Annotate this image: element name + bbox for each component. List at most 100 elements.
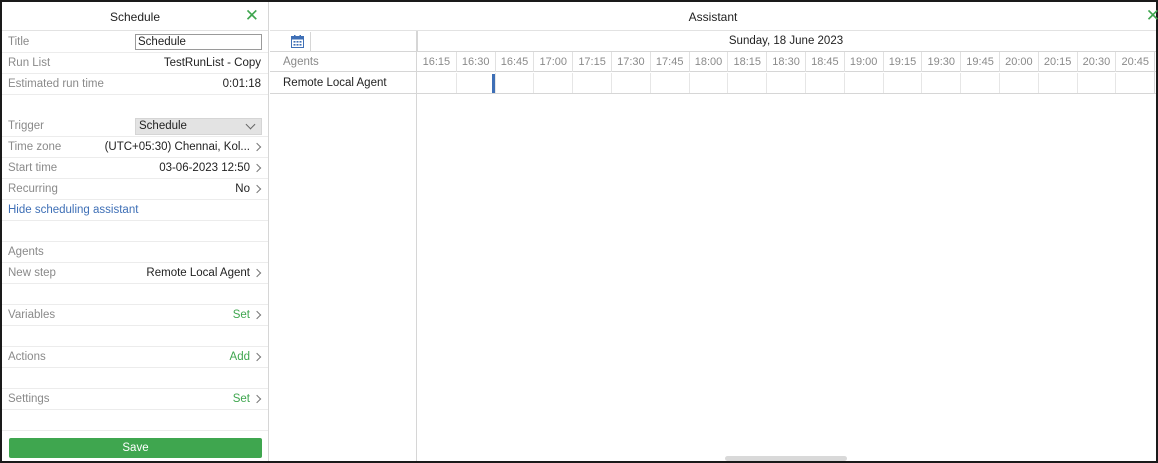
chevron-right-icon <box>254 266 262 280</box>
agents-row: Agents <box>2 242 268 263</box>
calendar-button[interactable] <box>284 32 311 51</box>
app-window: Schedule ✕ Title Run List TestRunList - … <box>0 0 1158 463</box>
time-zone-row[interactable]: Time zone (UTC+05:30) Chennai, Kol... <box>2 137 268 158</box>
time-slot-header: 19:30 <box>921 52 960 72</box>
time-label: 18:00 <box>694 56 723 68</box>
time-slot-header: 16:30 <box>455 52 495 72</box>
time-slot-header: 16:45 <box>494 52 534 72</box>
time-slot[interactable] <box>610 73 650 93</box>
time-slot[interactable] <box>649 73 689 93</box>
agent-time-slots <box>417 73 1154 93</box>
variables-row[interactable]: Variables Set <box>2 305 268 326</box>
time-slot[interactable] <box>766 73 805 93</box>
actions-row[interactable]: Actions Add <box>2 347 268 368</box>
grid-right-border <box>1154 52 1155 94</box>
time-slot[interactable] <box>960 73 999 93</box>
assistant-panel: Assistant ✕ Sunday, 18 June 2023 Agents … <box>270 2 1158 461</box>
assistant-toolbar: Sunday, 18 June 2023 <box>270 31 1156 52</box>
time-label: 17:45 <box>655 56 684 68</box>
time-slot-header: 17:15 <box>572 52 611 72</box>
time-label: 17:15 <box>578 56 606 68</box>
time-slot-header: 17:00 <box>533 52 572 72</box>
time-label: 20:30 <box>1082 56 1111 68</box>
time-slot-header: 17:30 <box>610 52 650 72</box>
hide-assistant-row: Hide scheduling assistant <box>2 200 268 221</box>
time-slot-header: 18:00 <box>688 52 728 72</box>
time-label: 18:15 <box>733 56 762 68</box>
time-slot[interactable] <box>572 73 611 93</box>
recurring-row[interactable]: Recurring No <box>2 179 268 200</box>
hide-scheduling-assistant-link[interactable]: Hide scheduling assistant <box>8 204 138 216</box>
settings-set-link[interactable]: Set <box>233 393 250 405</box>
time-slot[interactable] <box>1115 73 1154 93</box>
time-slot-header: 19:45 <box>960 52 999 72</box>
time-label: 16:30 <box>461 56 490 68</box>
settings-row[interactable]: Settings Set <box>2 389 268 410</box>
est-run-time-label: Estimated run time <box>8 78 104 90</box>
chevron-right-icon <box>254 161 262 175</box>
time-slot-header: 17:45 <box>649 52 689 72</box>
chevron-right-icon <box>254 350 262 364</box>
time-slot[interactable] <box>688 73 728 93</box>
save-button[interactable]: Save <box>9 438 262 458</box>
time-slot-header: 16:15 <box>417 52 456 72</box>
actions-add-link[interactable]: Add <box>230 351 250 363</box>
time-slot-header: 18:45 <box>804 52 844 72</box>
agents-label: Agents <box>8 246 44 258</box>
trigger-select[interactable]: Schedule <box>135 118 262 135</box>
trigger-select-value: Schedule <box>139 120 187 132</box>
date-label: Sunday, 18 June 2023 <box>728 35 844 47</box>
agent-name: Remote Local Agent <box>283 77 387 89</box>
time-zone-value: (UTC+05:30) Chennai, Kol... <box>104 141 250 153</box>
new-step-row[interactable]: New step Remote Local Agent <box>2 263 268 284</box>
spacer-row <box>2 368 268 389</box>
time-slot-header: 20:45 <box>1115 52 1154 72</box>
time-slot[interactable] <box>843 73 883 93</box>
timeline-header: Agents 16:15 16:30 16:45 17:00 17:15 17:… <box>270 52 1156 72</box>
time-slot[interactable] <box>417 73 456 93</box>
time-slot[interactable] <box>494 73 534 93</box>
calendar-icon <box>291 35 304 48</box>
horizontal-scrollbar[interactable] <box>725 456 847 461</box>
schedule-panel: Schedule ✕ Title Run List TestRunList - … <box>2 2 269 461</box>
title-row: Title <box>2 32 268 53</box>
time-slot[interactable] <box>921 73 960 93</box>
variables-set-link[interactable]: Set <box>233 309 250 321</box>
spacer-row <box>2 221 268 242</box>
recurring-value: No <box>235 183 250 195</box>
time-label: 17:30 <box>617 56 645 68</box>
start-time-row[interactable]: Start time 03-06-2023 12:50 <box>2 158 268 179</box>
close-icon[interactable]: ✕ <box>245 7 259 24</box>
time-label: 19:30 <box>927 56 956 68</box>
time-label: 17:00 <box>539 56 568 68</box>
time-label: 19:15 <box>888 56 917 68</box>
time-label: 18:45 <box>811 56 839 68</box>
close-icon[interactable]: ✕ <box>1146 7 1158 24</box>
time-slot-header: 20:00 <box>998 52 1038 72</box>
recurring-label: Recurring <box>8 183 58 195</box>
schedule-panel-header: Schedule ✕ <box>2 2 268 31</box>
time-label: 19:00 <box>849 56 878 68</box>
time-slot-header: 20:30 <box>1076 52 1116 72</box>
time-label: 20:00 <box>1005 56 1033 68</box>
time-slot-header: 19:15 <box>882 52 922 72</box>
run-list-value: TestRunList - Copy <box>163 57 261 69</box>
title-label: Title <box>8 36 30 48</box>
agents-column-header: Agents <box>283 56 319 68</box>
time-slot[interactable] <box>1037 73 1077 93</box>
time-label: 19:45 <box>966 56 994 68</box>
time-slot[interactable] <box>727 73 766 93</box>
time-slots-header: 16:15 16:30 16:45 17:00 17:15 17:30 17:4… <box>417 52 1154 72</box>
est-run-time-value: 0:01:18 <box>222 78 261 90</box>
title-input[interactable] <box>135 34 262 50</box>
time-slot[interactable] <box>455 73 495 93</box>
time-slot[interactable] <box>804 73 844 93</box>
time-slot[interactable] <box>882 73 922 93</box>
time-slot[interactable] <box>533 73 572 93</box>
chevron-right-icon <box>254 140 262 154</box>
time-label: 20:45 <box>1121 56 1149 68</box>
time-slot[interactable] <box>998 73 1038 93</box>
time-slot[interactable] <box>1076 73 1116 93</box>
time-label: 16:45 <box>500 56 529 68</box>
chevron-right-icon <box>254 392 262 406</box>
